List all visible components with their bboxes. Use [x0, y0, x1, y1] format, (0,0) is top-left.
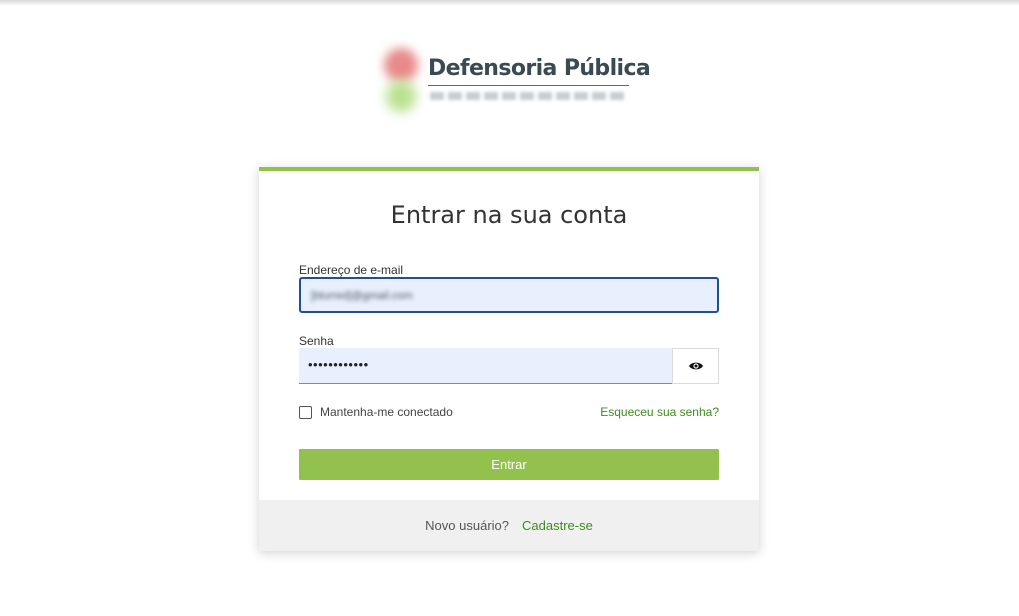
new-user-text: Novo usuário?: [425, 518, 509, 533]
login-card: Entrar na sua conta Endereço de e-mail […: [259, 167, 759, 551]
email-value: [blurred]@gmail.com: [311, 290, 413, 302]
remember-me-label: Mantenha-me conectado: [320, 405, 453, 419]
eye-icon: [688, 362, 703, 370]
remember-me[interactable]: Mantenha-me conectado: [299, 405, 453, 419]
password-label: Senha: [299, 334, 334, 348]
logo-mark: [378, 44, 426, 120]
signup-link[interactable]: Cadastre-se: [522, 518, 593, 533]
page-title: Entrar na sua conta: [390, 201, 628, 229]
brand-logo: Defensoria Pública: [378, 42, 651, 122]
show-password-button[interactable]: [672, 348, 719, 384]
forgot-password-link[interactable]: Esqueceu sua senha?: [600, 405, 719, 419]
logo-divider: [428, 85, 629, 86]
logo-subtitle: [430, 92, 628, 100]
password-group: ••••••••••••: [299, 348, 719, 384]
login-button[interactable]: Entrar: [299, 449, 719, 480]
password-field[interactable]: ••••••••••••: [299, 348, 672, 384]
logo-title: Defensoria Pública: [428, 56, 651, 81]
email-label: Endereço de e-mail: [299, 263, 404, 277]
password-value: ••••••••••••: [308, 357, 369, 372]
email-field[interactable]: [blurred]@gmail.com: [299, 277, 719, 313]
card-footer: Novo usuário? Cadastre-se: [259, 500, 759, 551]
top-bar-shadow: [0, 0, 1019, 6]
remember-me-checkbox[interactable]: [299, 405, 312, 419]
